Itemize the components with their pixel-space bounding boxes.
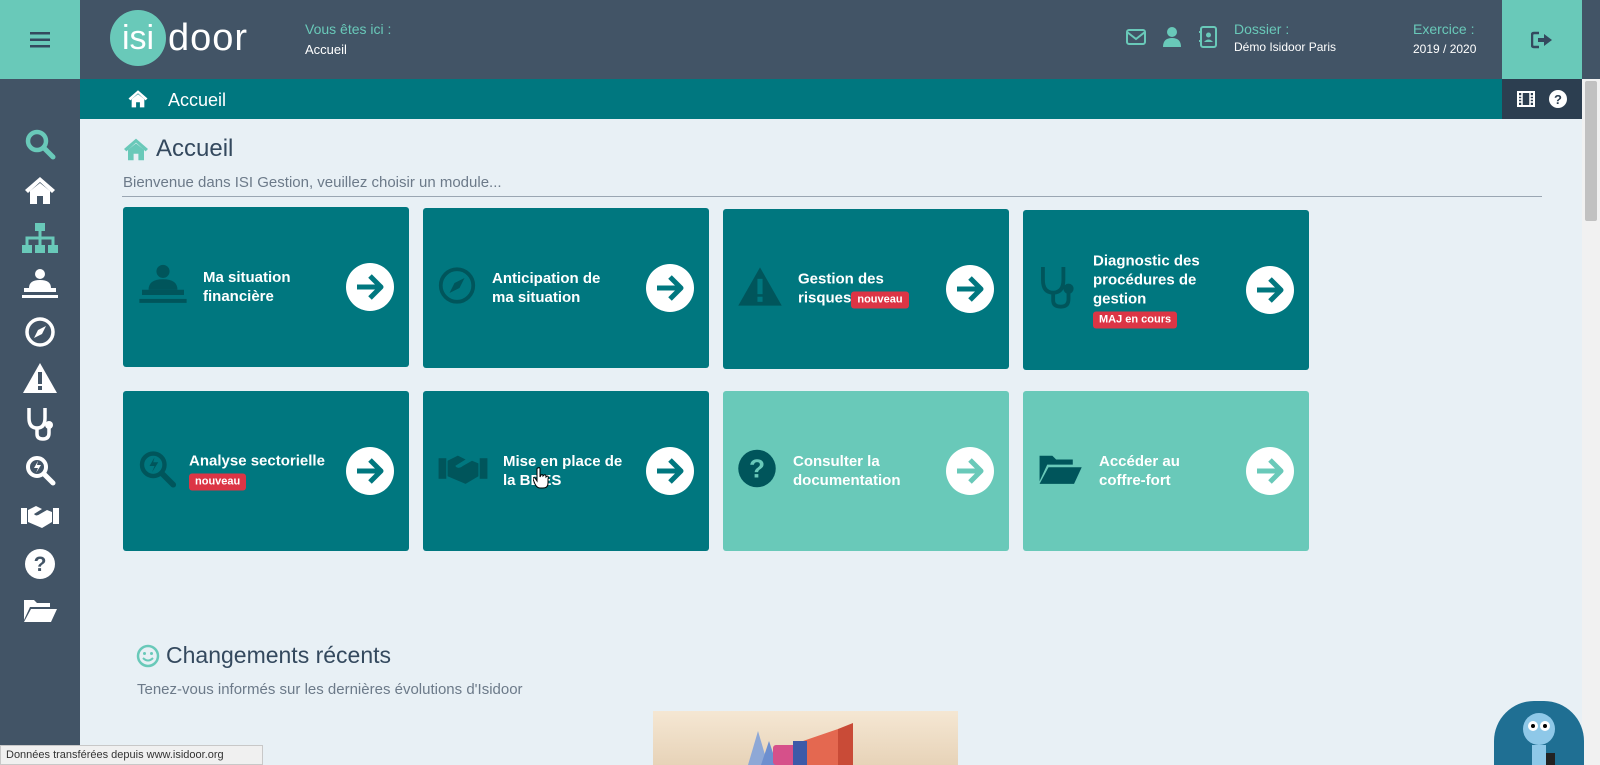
new-badge: nouveau <box>851 291 909 309</box>
hamburger-icon <box>30 31 50 47</box>
arrow-right-icon <box>946 447 994 495</box>
module-card-situation-financiere[interactable]: Ma situation financière <box>123 207 409 367</box>
arrow-right-icon <box>1246 447 1294 495</box>
dossier-label: Dossier : <box>1234 21 1290 37</box>
sidebar-compass-icon[interactable] <box>20 312 60 352</box>
module-label: Analyse sectorielle nouveau <box>189 452 325 491</box>
sidebar-sitemap-icon[interactable] <box>20 218 60 258</box>
user-icon[interactable] <box>1161 26 1183 48</box>
svg-text:?: ? <box>34 553 47 576</box>
module-label: Diagnostic des procédures de gestion MAJ e… <box>1093 252 1200 329</box>
page-header-bar <box>80 79 1502 119</box>
sidebar-search-icon[interactable] <box>20 124 60 164</box>
module-label: Ma situation financière <box>203 269 291 305</box>
sector-analysis-icon <box>137 449 177 494</box>
top-toolbar <box>1125 26 1219 48</box>
module-label: Anticipation de ma situation <box>492 270 601 306</box>
smile-icon <box>136 644 160 667</box>
breadcrumb-label: Vous êtes ici : <box>305 21 392 37</box>
handshake-icon <box>437 451 489 492</box>
module-card-gestion-risques[interactable]: Gestion des risques nouveau <box>723 209 1009 369</box>
arrow-right-icon <box>346 263 394 311</box>
sidebar-warning-icon[interactable] <box>20 358 60 398</box>
module-card-bdes[interactable]: Mise en place de la BDES <box>423 391 709 551</box>
divider <box>122 196 1542 197</box>
logo-circle: isi <box>110 10 166 66</box>
arrow-right-icon <box>646 264 694 312</box>
browser-status-bar: Données transférées depuis www.isidoor.o… <box>0 745 263 765</box>
question-circle-icon: ? <box>737 449 777 494</box>
arrow-right-icon <box>1246 266 1294 314</box>
module-card-analyse-sectorielle[interactable]: Analyse sectorielle nouveau <box>123 391 409 551</box>
recent-changes-heading: Changements récents <box>136 642 391 669</box>
financial-situation-icon <box>137 264 189 311</box>
arrow-right-icon <box>646 447 694 495</box>
module-label: Accéder au coffre-fort <box>1099 453 1180 489</box>
folder-open-icon <box>1037 451 1083 492</box>
breadcrumb-home-icon[interactable] <box>127 89 149 113</box>
menu-toggle-button[interactable] <box>0 0 80 79</box>
module-label: Mise en place de la BDES <box>503 453 623 489</box>
chatbot-robot-icon[interactable] <box>1494 701 1584 765</box>
page-header-tools: ? <box>1502 79 1582 119</box>
vertical-scrollbar[interactable] <box>1582 79 1600 765</box>
arrow-right-icon <box>346 447 394 495</box>
scrollbar-thumb[interactable] <box>1585 81 1597 221</box>
svg-text:?: ? <box>749 453 765 483</box>
svg-text:?: ? <box>1554 92 1562 107</box>
sidebar-financial-icon[interactable] <box>20 264 60 304</box>
sidebar-home-icon[interactable] <box>20 170 60 210</box>
module-card-anticipation[interactable]: Anticipation de ma situation <box>423 208 709 368</box>
logout-button[interactable] <box>1502 0 1582 79</box>
new-badge: nouveau <box>189 473 247 491</box>
film-icon[interactable] <box>1517 91 1535 107</box>
breadcrumb-current: Accueil <box>305 42 347 57</box>
help-circle-icon[interactable]: ? <box>1549 90 1567 108</box>
sidebar-handshake-icon[interactable] <box>20 496 60 536</box>
logo-text: door <box>168 16 249 59</box>
module-card-diagnostic[interactable]: Diagnostic des procédures de gestion MAJ e… <box>1023 210 1309 370</box>
page-title-wrap: Accueil <box>122 135 233 163</box>
module-card-coffre-fort[interactable]: Accéder au coffre-fort <box>1023 391 1309 551</box>
hand-cursor-icon <box>533 467 549 489</box>
recent-changes-subtitle: Tenez-vous informés sur les dernières év… <box>137 681 523 698</box>
dossier-value[interactable]: Démo Isidoor Paris <box>1234 40 1336 54</box>
warning-icon <box>737 266 783 313</box>
page-subtitle: Bienvenue dans ISI Gestion, veuillez cho… <box>123 174 502 191</box>
home-icon <box>124 138 148 161</box>
app-logo[interactable]: isi door <box>110 10 248 66</box>
sidebar-help-icon[interactable]: ? <box>20 544 60 584</box>
sidebar-sector-analysis-icon[interactable] <box>20 450 60 490</box>
update-badge: MAJ en cours <box>1093 311 1178 329</box>
exercice-label: Exercice : <box>1413 21 1475 37</box>
module-card-documentation[interactable]: ? Consulter la documentation <box>723 391 1009 551</box>
recent-changes-title: Changements récents <box>166 642 392 668</box>
compass-icon <box>437 266 477 311</box>
sidebar-folder-icon[interactable] <box>20 590 60 630</box>
page-title: Accueil <box>156 135 234 162</box>
module-label: Gestion des risques nouveau <box>798 270 909 309</box>
exercice-value[interactable]: 2019 / 2020 <box>1413 42 1476 56</box>
mail-icon[interactable] <box>1125 26 1147 48</box>
page-header-title: Accueil <box>168 90 227 110</box>
sidebar-stethoscope-icon[interactable] <box>20 404 60 444</box>
sign-out-icon <box>1531 31 1552 48</box>
stethoscope-icon <box>1037 265 1077 316</box>
address-book-icon[interactable] <box>1197 26 1219 48</box>
module-label: Consulter la documentation <box>793 453 901 489</box>
news-illustration <box>653 711 958 765</box>
arrow-right-icon <box>946 265 994 313</box>
